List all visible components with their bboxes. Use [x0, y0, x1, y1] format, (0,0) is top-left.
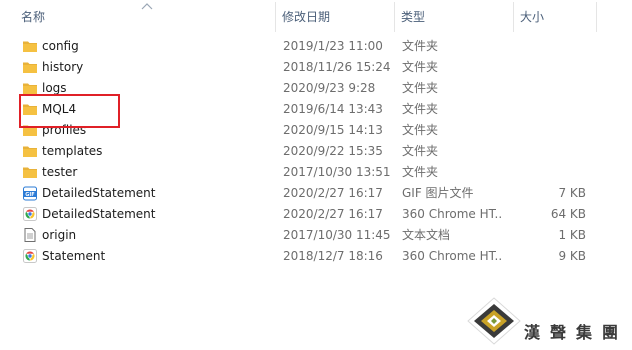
file-type: 文件夹 [402, 102, 439, 116]
folder-icon [22, 143, 38, 159]
file-size: 64 KB [550, 207, 586, 221]
folder-icon [22, 164, 38, 180]
file-date: 2018/11/26 15:24 [283, 60, 391, 74]
folder-icon [22, 59, 38, 75]
file-type: 文件夹 [402, 39, 439, 53]
file-row[interactable]: origin 2017/10/30 11:45 文本文档 1 KB [0, 225, 600, 246]
file-type: 文件夹 [402, 81, 439, 95]
gif-file-icon: GIF [22, 185, 38, 201]
file-type: 360 Chrome HT... [402, 249, 502, 263]
file-name: history [42, 60, 84, 74]
file-row[interactable]: tester 2017/10/30 13:51 文件夹 [0, 162, 600, 183]
file-name: DetailedStatement [42, 186, 156, 200]
file-date: 2019/1/23 11:00 [283, 39, 383, 53]
file-row[interactable]: GIF DetailedStatement 2020/2/27 16:17 GIF 图… [0, 183, 600, 204]
file-name: tester [42, 165, 78, 179]
file-date: 2017/10/30 11:45 [283, 228, 391, 242]
column-header-type-label: 类型 [401, 10, 426, 24]
file-row[interactable]: Statement 2018/12/7 18:16 360 Chrome HT...… [0, 246, 600, 267]
file-name: config [42, 39, 79, 53]
chrome-html-icon [22, 248, 38, 264]
hansheng-logo-icon [467, 297, 521, 345]
file-date: 2020/2/27 16:17 [283, 207, 383, 221]
file-row[interactable]: DetailedStatement 2020/2/27 16:17 360 Chro… [0, 204, 600, 225]
file-size: 1 KB [558, 228, 586, 242]
file-type: GIF 图片文件 [402, 186, 474, 200]
chrome-html-icon [22, 206, 38, 222]
column-header-size-label: 大小 [520, 10, 545, 24]
file-row[interactable]: templates 2020/9/22 15:35 文件夹 [0, 141, 600, 162]
column-header-name[interactable]: 名称 [15, 0, 275, 34]
file-date: 2018/12/7 18:16 [283, 249, 383, 263]
file-type: 文件夹 [402, 60, 439, 74]
file-name: DetailedStatement [42, 207, 156, 221]
file-explorer: 名称 修改日期 类型 大小 config 2019/1/23 11:00 文件夹 hi… [0, 0, 632, 350]
column-divider[interactable] [596, 2, 597, 32]
file-type: 360 Chrome HT... [402, 207, 502, 221]
column-header-type[interactable]: 类型 [395, 0, 513, 34]
folder-icon [22, 38, 38, 54]
watermark-text: 漢聲集團 [524, 323, 629, 342]
file-size: 9 KB [558, 249, 586, 263]
column-header-date[interactable]: 修改日期 [276, 0, 394, 34]
column-header-bar: 名称 修改日期 类型 大小 [0, 0, 632, 34]
file-date: 2020/9/15 14:13 [283, 123, 383, 137]
file-date: 2020/9/23 9:28 [283, 81, 376, 95]
file-type: 文件夹 [402, 123, 439, 137]
file-size: 7 KB [558, 186, 586, 200]
file-date: 2019/6/14 13:43 [283, 102, 383, 116]
file-type: 文件夹 [402, 165, 439, 179]
column-header-date-label: 修改日期 [282, 10, 331, 24]
file-row[interactable]: config 2019/1/23 11:00 文件夹 [0, 36, 600, 57]
file-name: templates [42, 144, 103, 158]
text-file-icon [22, 227, 38, 243]
file-date: 2020/9/22 15:35 [283, 144, 383, 158]
file-date: 2020/2/27 16:17 [283, 186, 383, 200]
file-name: origin [42, 228, 77, 242]
highlight-annotation [19, 94, 120, 128]
file-type: 文件夹 [402, 144, 439, 158]
column-header-size[interactable]: 大小 [514, 0, 596, 34]
file-date: 2017/10/30 13:51 [283, 165, 391, 179]
file-row[interactable]: history 2018/11/26 15:24 文件夹 [0, 57, 600, 78]
file-name: Statement [42, 249, 106, 263]
column-header-name-label: 名称 [21, 10, 46, 24]
gif-icon-label: GIF [25, 192, 34, 198]
file-type: 文本文档 [402, 228, 451, 242]
